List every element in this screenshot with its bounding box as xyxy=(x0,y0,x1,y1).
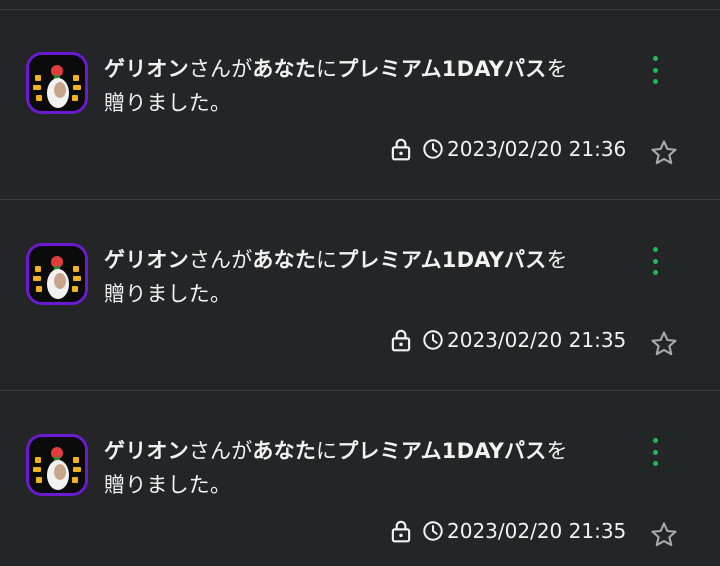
clock-icon xyxy=(423,521,443,541)
notification-meta: 2023/02/20 21:36 xyxy=(388,134,626,164)
recipient-text: あなた xyxy=(252,57,317,81)
sender-name[interactable]: ゲリオン xyxy=(104,57,189,81)
message-text: に xyxy=(316,439,338,463)
notification-item[interactable]: ゲリオンさんがあなたにプレミアム1DAYパスを贈りました。 2023/02/20… xyxy=(0,392,720,566)
avatar-image xyxy=(29,437,85,493)
message-text: を xyxy=(546,439,568,463)
notification-feed: ゲリオンさんがあなたにプレミアム1DAYパスを 贈りました。 2023/02/20… xyxy=(0,0,720,566)
clock-icon xyxy=(423,139,443,159)
more-vertical-icon xyxy=(652,438,658,443)
notification-message: ゲリオンさんがあなたにプレミアム1DAYパスを贈りました。 xyxy=(104,243,604,311)
lock-icon xyxy=(391,329,411,352)
notification-meta: 2023/02/20 21:35 xyxy=(388,516,626,546)
clock-icon xyxy=(423,330,443,350)
notification-message: ゲリオンさんがあなたにプレミアム1DAYパスを贈りました。 xyxy=(104,52,604,120)
message-text: さんが xyxy=(188,439,253,463)
timestamp: 2023/02/20 21:35 xyxy=(447,328,627,352)
recipient-text: あなた xyxy=(252,248,317,272)
avatar-image xyxy=(29,55,85,111)
star-outline-icon[interactable] xyxy=(649,520,679,550)
more-options-button[interactable] xyxy=(644,438,666,466)
star-outline-icon[interactable] xyxy=(649,329,679,359)
more-options-button[interactable] xyxy=(644,56,666,84)
lock-icon xyxy=(391,138,411,161)
lock-icon xyxy=(391,520,411,543)
avatar[interactable] xyxy=(26,52,88,114)
more-vertical-icon xyxy=(652,56,658,61)
sender-name[interactable]: ゲリオン xyxy=(104,439,189,463)
notification-meta: 2023/02/20 21:35 xyxy=(388,325,626,355)
avatar[interactable] xyxy=(26,243,88,305)
message-text: さんが xyxy=(188,248,253,272)
message-text: を xyxy=(546,248,568,272)
message-text: さんが xyxy=(188,57,253,81)
gift-item-name: プレミアム1DAYパス xyxy=(337,439,547,463)
gift-item-name: プレミアム1DAYパス xyxy=(337,248,547,272)
message-text: 贈りました。 xyxy=(104,473,232,497)
message-text: 贈りました。 xyxy=(104,91,232,115)
timestamp: 2023/02/20 21:36 xyxy=(447,137,627,161)
more-vertical-icon xyxy=(652,247,658,252)
sender-name[interactable]: ゲリオン xyxy=(104,248,189,272)
avatar-image xyxy=(29,246,85,302)
message-text: 贈りました。 xyxy=(104,282,232,306)
timestamp: 2023/02/20 21:35 xyxy=(447,519,627,543)
recipient-text: あなた xyxy=(252,439,317,463)
more-options-button[interactable] xyxy=(644,247,666,275)
gift-item-name: プレミアム1DAYパス xyxy=(337,57,547,81)
notification-item[interactable]: ゲリオンさんがあなたにプレミアム1DAYパスを贈りました。 2023/02/20… xyxy=(0,201,720,391)
message-text: に xyxy=(316,57,338,81)
avatar[interactable] xyxy=(26,434,88,496)
notification-item[interactable]: ゲリオンさんがあなたにプレミアム1DAYパスを贈りました。 2023/02/20… xyxy=(0,10,720,200)
notification-message: ゲリオンさんがあなたにプレミアム1DAYパスを贈りました。 xyxy=(104,434,604,502)
message-text: を xyxy=(546,57,568,81)
star-outline-icon[interactable] xyxy=(649,138,679,168)
message-text: に xyxy=(316,248,338,272)
